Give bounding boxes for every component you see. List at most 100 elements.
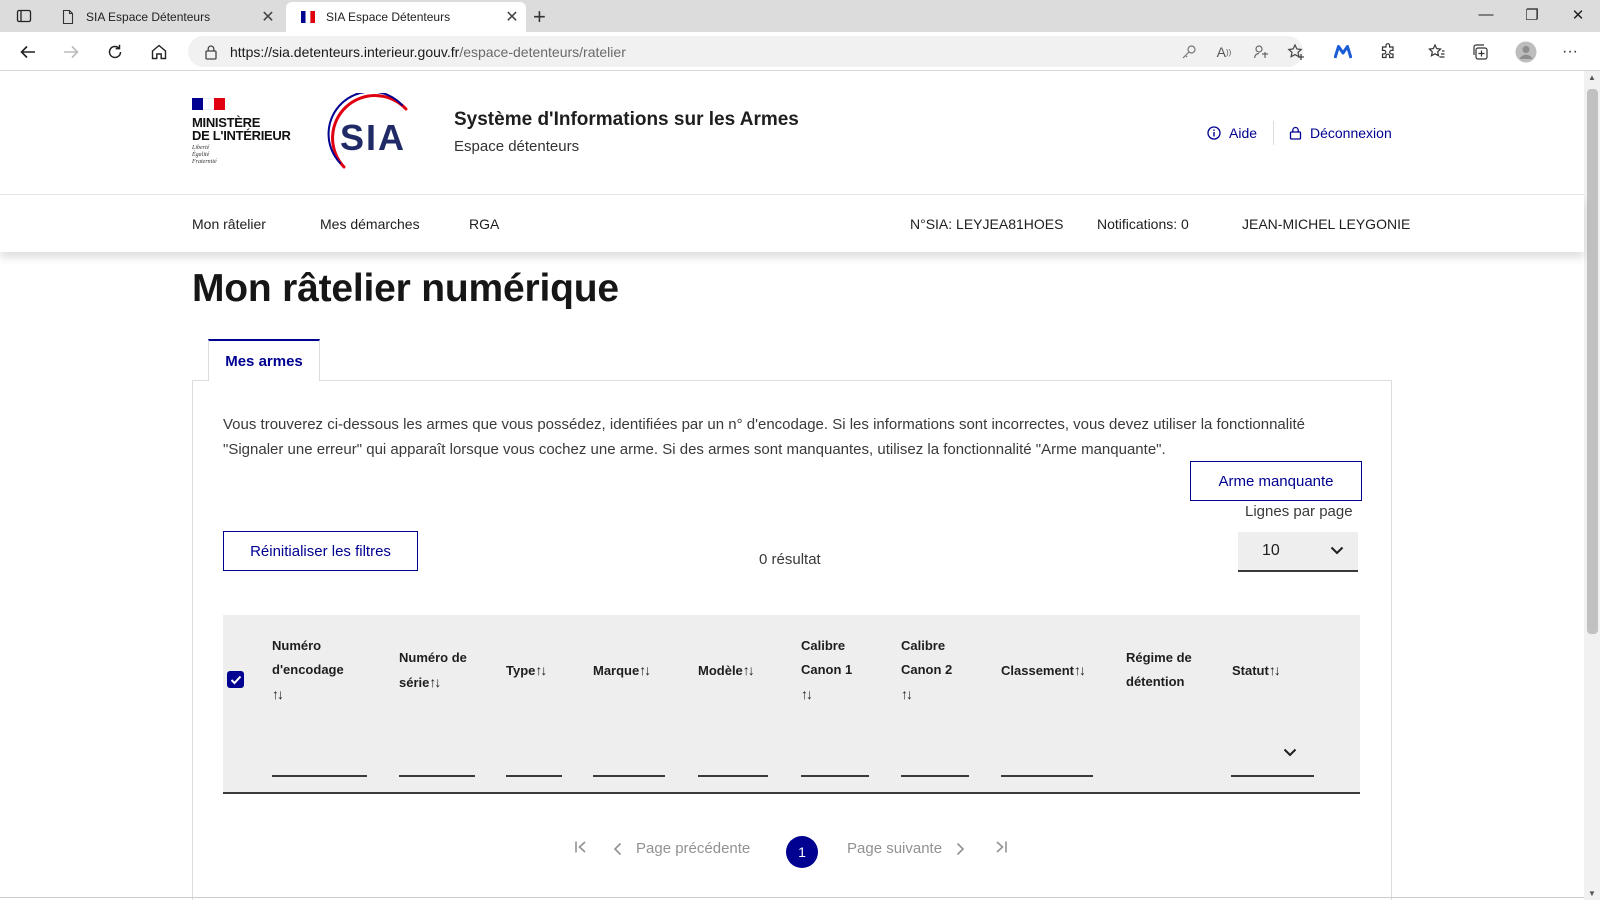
select-all-checkbox[interactable] bbox=[227, 671, 244, 688]
home-icon[interactable] bbox=[143, 37, 175, 67]
sia-logo[interactable]: SIA bbox=[322, 90, 414, 178]
column-filter-input[interactable] bbox=[1001, 775, 1093, 777]
favorites-icon[interactable] bbox=[1425, 40, 1449, 64]
sort-icon[interactable]: ↑↓ bbox=[801, 686, 813, 702]
statut-filter-chevron-icon[interactable] bbox=[1283, 748, 1297, 757]
scroll-down-arrow-icon[interactable]: ▼ bbox=[1588, 889, 1596, 898]
add-favorite-icon[interactable] bbox=[1285, 41, 1307, 63]
column-filter-input[interactable] bbox=[1231, 775, 1314, 777]
sort-icon[interactable]: ↑↓ bbox=[743, 662, 755, 678]
column-filter-input[interactable] bbox=[399, 775, 475, 777]
refresh-icon[interactable] bbox=[99, 37, 131, 67]
next-page-link[interactable]: Page suivante bbox=[847, 840, 965, 857]
rows-per-page-label: Lignes par page bbox=[1245, 503, 1353, 520]
column-filter-input[interactable] bbox=[901, 775, 969, 777]
column-header[interactable]: Calibre Canon 2 ↑↓ bbox=[901, 634, 961, 707]
reset-filters-button[interactable]: Réinitialiser les filtres bbox=[223, 531, 418, 571]
column-header[interactable]: Numéro de série↑↓ bbox=[399, 646, 479, 695]
page-scrollbar[interactable]: ▲ ▼ bbox=[1584, 71, 1600, 900]
column-header[interactable]: Type↑↓ bbox=[506, 658, 566, 683]
column-header-label: Calibre bbox=[801, 638, 846, 653]
url-path: /espace-detenteurs/ratelier bbox=[459, 43, 626, 60]
lock-icon[interactable] bbox=[204, 44, 218, 60]
column-header[interactable]: Numéro d'encodage ↑↓ bbox=[272, 634, 368, 707]
forward-icon[interactable] bbox=[55, 37, 87, 67]
back-icon[interactable] bbox=[12, 37, 44, 67]
column-filter-input[interactable] bbox=[272, 775, 367, 777]
column-header: Régime de détention bbox=[1126, 646, 1216, 694]
next-page-label: Page suivante bbox=[847, 840, 943, 857]
column-header-label: Régime de bbox=[1126, 650, 1192, 665]
user-name[interactable]: JEAN-MICHEL LEYGONIE bbox=[1242, 216, 1410, 232]
sort-icon[interactable]: ↑↓ bbox=[901, 686, 913, 702]
svg-text:SIA: SIA bbox=[340, 117, 406, 158]
browser-tab-active[interactable]: SIA Espace Détenteurs ✕ bbox=[286, 2, 526, 32]
rows-per-page-value: 10 bbox=[1262, 542, 1280, 559]
scroll-thumb[interactable] bbox=[1587, 89, 1598, 634]
column-header-label: Calibre bbox=[901, 638, 946, 653]
column-header-label: Canon 2 bbox=[901, 662, 953, 677]
lock-icon bbox=[1289, 126, 1302, 140]
column-filter-input[interactable] bbox=[698, 775, 768, 777]
extension-m-icon[interactable] bbox=[1331, 40, 1355, 64]
tab-title: SIA Espace Détenteurs bbox=[86, 10, 211, 24]
column-header-label: série↑↓ bbox=[399, 674, 441, 690]
intro-text: Vous trouverez ci-dessous les armes que … bbox=[223, 416, 1305, 458]
rows-per-page-select[interactable]: 10 bbox=[1238, 532, 1358, 572]
republic-motto: Liberté Égalité Fraternité bbox=[192, 145, 217, 165]
column-header[interactable]: Calibre Canon 1 ↑↓ bbox=[801, 634, 861, 707]
column-filter-input[interactable] bbox=[801, 775, 869, 777]
column-filter-input[interactable] bbox=[506, 775, 562, 777]
nav-item-ratelier[interactable]: Mon râtelier bbox=[192, 216, 266, 232]
more-options-icon[interactable]: ··· bbox=[1558, 40, 1582, 64]
key-icon[interactable] bbox=[1178, 41, 1200, 63]
column-header-label: Classement↑↓ bbox=[1001, 662, 1086, 678]
close-window-icon[interactable]: ✕ bbox=[1558, 6, 1598, 24]
sort-icon[interactable]: ↑↓ bbox=[1074, 662, 1086, 678]
new-tab-icon[interactable]: + bbox=[533, 4, 546, 30]
logout-link[interactable]: Déconnexion bbox=[1289, 125, 1392, 141]
tab-actions-icon[interactable] bbox=[10, 6, 38, 26]
page-icon bbox=[60, 9, 76, 25]
column-header[interactable]: Classement↑↓ bbox=[1001, 658, 1101, 683]
column-header-label: Modèle↑↓ bbox=[698, 662, 755, 678]
restore-icon[interactable]: ❐ bbox=[1512, 6, 1552, 24]
nav-item-rga[interactable]: RGA bbox=[469, 216, 499, 232]
sort-icon[interactable]: ↑↓ bbox=[272, 686, 284, 702]
column-header-label: Type↑↓ bbox=[506, 662, 547, 678]
sort-icon[interactable]: ↑↓ bbox=[429, 674, 441, 690]
ministere-logo[interactable]: MINISTÈRE DE L'INTÉRIEUR Liberté Égalité… bbox=[192, 98, 291, 166]
nav-item-demarches[interactable]: Mes démarches bbox=[320, 216, 420, 232]
translate-icon[interactable] bbox=[1250, 41, 1272, 63]
current-page-number[interactable]: 1 bbox=[786, 836, 818, 868]
sort-icon[interactable]: ↑↓ bbox=[1269, 662, 1281, 678]
close-tab-icon[interactable]: ✕ bbox=[254, 7, 282, 27]
tab-mes-armes[interactable]: Mes armes bbox=[208, 339, 320, 381]
sort-icon[interactable]: ↑↓ bbox=[639, 662, 651, 678]
address-bar[interactable]: https://sia.detenteurs.interieur.gouv.fr… bbox=[188, 36, 1303, 67]
collections-icon[interactable] bbox=[1468, 40, 1492, 64]
first-page-icon[interactable] bbox=[574, 840, 588, 854]
minimize-icon[interactable]: — bbox=[1466, 6, 1506, 23]
sort-icon[interactable]: ↑↓ bbox=[535, 662, 547, 678]
last-page-icon[interactable] bbox=[994, 840, 1008, 854]
missing-weapon-button[interactable]: Arme manquante bbox=[1190, 461, 1362, 501]
extensions-icon[interactable] bbox=[1376, 40, 1400, 64]
read-aloud-icon[interactable]: A)) bbox=[1213, 41, 1235, 63]
notifications-link[interactable]: Notifications: 0 bbox=[1097, 216, 1189, 232]
previous-page-link[interactable]: Page précédente bbox=[613, 840, 750, 857]
sia-number: N°SIA: LEYJEA81HOES bbox=[910, 216, 1064, 232]
column-header[interactable]: Modèle↑↓ bbox=[698, 658, 768, 683]
scroll-up-arrow-icon[interactable]: ▲ bbox=[1588, 73, 1596, 82]
header-separator bbox=[1273, 121, 1274, 145]
column-header[interactable]: Statut↑↓ bbox=[1232, 658, 1302, 683]
column-header[interactable]: Marque↑↓ bbox=[593, 658, 663, 683]
help-link[interactable]: Aide bbox=[1207, 125, 1257, 141]
site-brand[interactable]: Système d'Informations sur les Armes Esp… bbox=[454, 109, 799, 155]
profile-avatar-icon[interactable] bbox=[1514, 40, 1538, 64]
column-filter-input[interactable] bbox=[593, 775, 665, 777]
main-navigation: Mon râtelier Mes démarches RGA N°SIA: LE… bbox=[0, 196, 1584, 252]
previous-page-label: Page précédente bbox=[636, 840, 751, 857]
close-tab-icon[interactable]: ✕ bbox=[498, 7, 526, 27]
browser-tab[interactable]: SIA Espace Détenteurs ✕ bbox=[46, 2, 282, 32]
